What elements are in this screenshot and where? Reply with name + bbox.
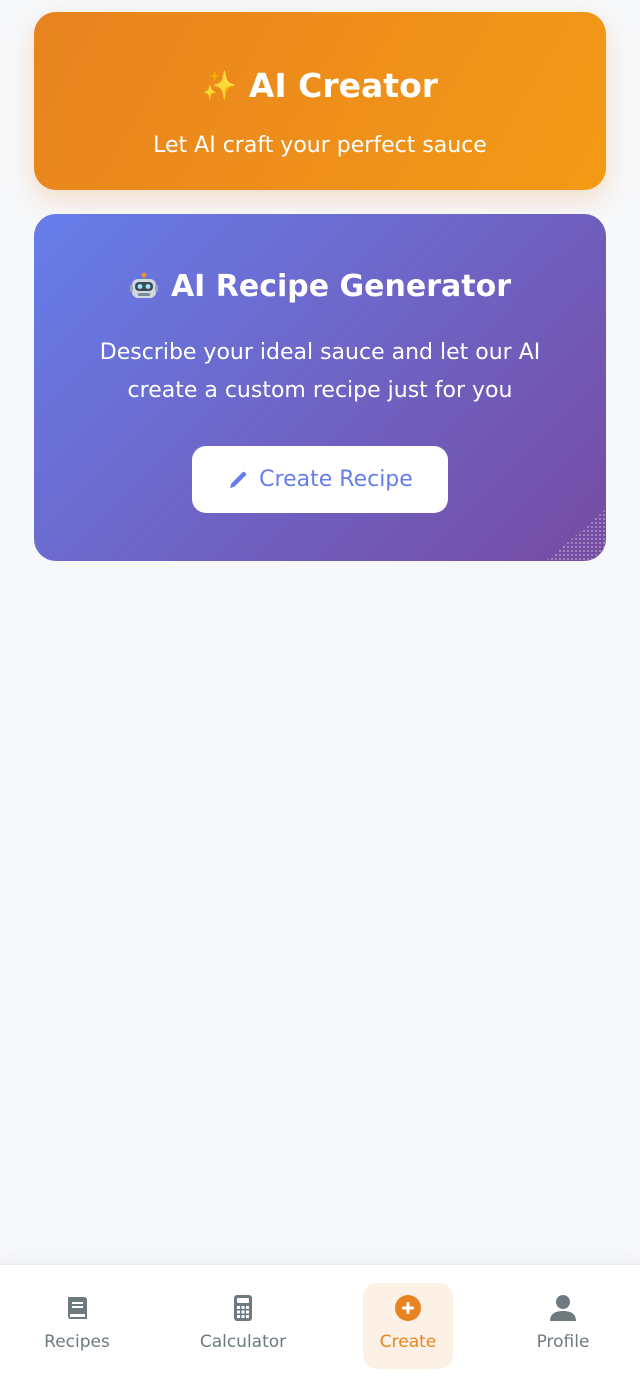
recipe-generator-card: AI Recipe Generator Describe your ideal … — [34, 214, 606, 561]
tab-calculator[interactable]: Calculator — [198, 1283, 288, 1369]
robot-icon — [129, 272, 158, 298]
plus-circle-icon — [395, 1295, 421, 1321]
sparkles-icon: ✨ — [201, 69, 237, 102]
bottom-tab-bar: Recipes Calculator Create Profile — [0, 1264, 640, 1387]
card-description: Describe your ideal sauce and let our AI… — [99, 340, 541, 403]
book-icon — [68, 1297, 87, 1319]
card-decoration — [546, 509, 606, 561]
tab-create-label: Create — [379, 1332, 437, 1352]
create-recipe-button[interactable]: Create Recipe — [192, 446, 448, 513]
create-recipe-label: Create Recipe — [259, 467, 413, 492]
tab-calculator-label: Calculator — [199, 1332, 287, 1352]
pencil-icon — [230, 471, 247, 488]
hero-title-row: ✨ AI Creator — [34, 66, 606, 106]
tab-profile-label: Profile — [536, 1332, 590, 1352]
card-title-row: AI Recipe Generator — [34, 267, 606, 307]
tab-recipes-label: Recipes — [44, 1332, 110, 1352]
card-title: AI Recipe Generator — [170, 269, 512, 304]
user-icon — [550, 1295, 576, 1321]
tab-recipes[interactable]: Recipes — [32, 1283, 122, 1369]
page: ✨ AI Creator Let AI craft your perfect s… — [0, 0, 640, 1387]
tab-create[interactable]: Create — [363, 1283, 453, 1369]
hero-subtitle: Let AI craft your perfect sauce — [153, 133, 487, 158]
hero-title: AI Creator — [248, 66, 439, 105]
calculator-icon — [234, 1295, 252, 1321]
ai-creator-header: ✨ AI Creator Let AI craft your perfect s… — [34, 12, 606, 190]
tab-profile[interactable]: Profile — [518, 1283, 608, 1369]
